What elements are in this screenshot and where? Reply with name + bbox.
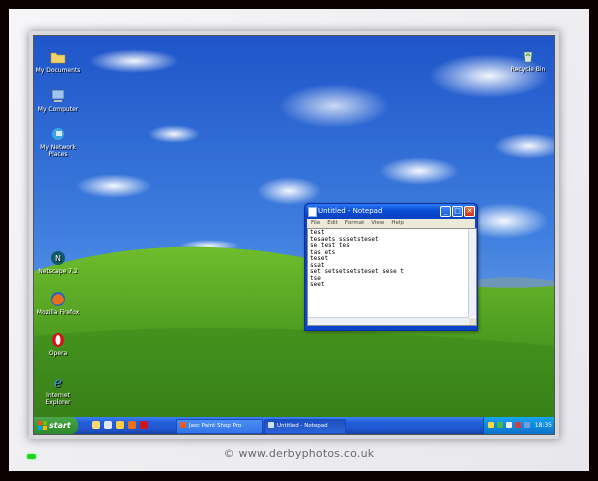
- paint-shop-pro-icon: [180, 422, 186, 428]
- quicklaunch-ie-icon[interactable]: [104, 421, 112, 429]
- tray-icon[interactable]: [488, 422, 494, 428]
- desktop-icon-my-documents[interactable]: My Documents: [35, 49, 81, 74]
- desktop-icon-label: Opera: [48, 350, 68, 357]
- desktop-icon-label: My Computer: [37, 106, 79, 113]
- desktop-icon-ie[interactable]: e Internet Explorer: [35, 374, 81, 406]
- minimize-button[interactable]: _: [440, 206, 451, 217]
- desktop-icon-recycle-bin[interactable]: Recycle Bin: [505, 48, 551, 73]
- start-label: start: [49, 421, 71, 430]
- netscape-icon: N: [51, 251, 65, 265]
- desktop-icon-label: My Network Places: [40, 144, 76, 158]
- notepad-content: test tesaets sssetsteset se test tes tas…: [310, 229, 404, 288]
- notepad-title: Untitled - Notepad: [318, 207, 383, 215]
- desktop-icon-opera[interactable]: Opera: [35, 332, 81, 357]
- menu-help[interactable]: Help: [391, 220, 404, 226]
- tray-icon[interactable]: [497, 422, 503, 428]
- monitor-power-led: [27, 454, 36, 459]
- desktop-icon-label: Netscape 7.2: [38, 268, 78, 275]
- quicklaunch-folder-icon[interactable]: [116, 421, 124, 429]
- taskbar-item-paint-shop-pro[interactable]: Jasc Paint Shop Pro: [176, 419, 263, 434]
- windows-flag-icon: [38, 421, 47, 430]
- folder-icon: [50, 52, 66, 64]
- quicklaunch-firefox-icon[interactable]: [128, 421, 136, 429]
- computer-icon: [51, 89, 65, 102]
- menu-view[interactable]: View: [371, 220, 384, 226]
- monitor-screen: My Documents My Computer My Network Plac…: [33, 35, 555, 435]
- horizontal-scrollbar[interactable]: [308, 317, 469, 325]
- desktop-icon-label: Recycle Bin: [510, 66, 546, 73]
- tray-icon[interactable]: [524, 422, 530, 428]
- system-tray: 18:35: [483, 417, 554, 434]
- firefox-icon: [51, 292, 65, 306]
- desktop-icon-label: Internet Explorer: [45, 392, 71, 406]
- opera-icon: [52, 333, 64, 347]
- photo-watermark: © www.derbyphotos.co.uk: [223, 447, 375, 460]
- svg-text:e: e: [54, 375, 62, 390]
- start-button[interactable]: start: [34, 417, 78, 434]
- network-icon: [52, 128, 64, 140]
- notepad-title-bar[interactable]: Untitled - Notepad _ □ ✕: [305, 204, 477, 218]
- taskbar-item-notepad[interactable]: Untitled - Notepad: [264, 419, 346, 434]
- menu-edit[interactable]: Edit: [327, 220, 338, 226]
- resize-grip[interactable]: [469, 318, 476, 325]
- menu-file[interactable]: File: [311, 220, 320, 226]
- desktop-icon-network[interactable]: My Network Places: [35, 126, 81, 158]
- desktop-icon-netscape[interactable]: N Netscape 7.2: [35, 250, 81, 275]
- notepad-icon: [308, 207, 317, 217]
- desktop-icon-my-computer[interactable]: My Computer: [35, 88, 81, 113]
- quicklaunch-opera-icon[interactable]: [140, 421, 148, 429]
- notepad-icon: [268, 422, 274, 428]
- maximize-button[interactable]: □: [452, 206, 463, 217]
- tray-icon[interactable]: [515, 422, 521, 428]
- notepad-window[interactable]: Untitled - Notepad _ □ ✕ File Edit Format V…: [304, 203, 478, 331]
- quicklaunch-desktop-icon[interactable]: [92, 421, 100, 429]
- tray-icon[interactable]: [506, 422, 512, 428]
- internet-explorer-icon: e: [54, 375, 62, 390]
- task-label: Jasc Paint Shop Pro: [189, 423, 242, 429]
- menu-format[interactable]: Format: [345, 220, 364, 226]
- close-button[interactable]: ✕: [464, 206, 475, 217]
- task-label: Untitled - Notepad: [277, 423, 328, 429]
- desktop-icon-label: Mozilla Firefox: [36, 309, 80, 316]
- notepad-menu-bar: File Edit Format View Help: [307, 219, 475, 228]
- notepad-text-area[interactable]: test tesaets sssetsteset se test tes tas…: [307, 228, 477, 326]
- taskbar-clock: 18:35: [534, 422, 552, 429]
- vertical-scrollbar[interactable]: [468, 229, 476, 317]
- recycle-bin-icon: [523, 51, 533, 63]
- desktop-icon-label: My Documents: [35, 67, 81, 74]
- taskbar: start Jasc Paint Shop Pro Untitled - Not…: [34, 417, 554, 434]
- svg-text:N: N: [55, 254, 61, 263]
- desktop-icon-firefox[interactable]: Mozilla Firefox: [35, 291, 81, 316]
